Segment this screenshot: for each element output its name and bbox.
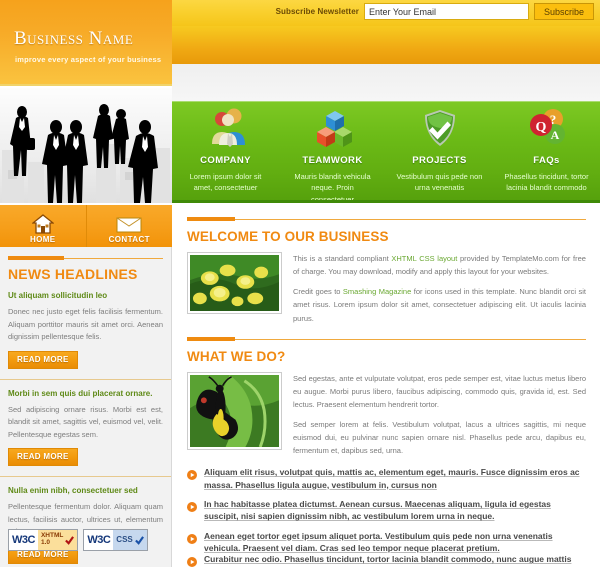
main-content: WELCOME TO OUR BUSINESS This is a standa…	[173, 205, 600, 567]
news-title[interactable]: Ut aliquam sollicitudin leo	[8, 291, 163, 301]
list-item[interactable]: Curabitur nec odio. Phasellus tincidunt,…	[187, 553, 586, 567]
envelope-icon	[116, 213, 142, 235]
welcome-paragraph-1: This is a standard compliant XHTML CSS l…	[293, 252, 586, 278]
svg-text:A: A	[550, 128, 559, 142]
feature-teamwork[interactable]: TEAMWORK Mauris blandit vehicula neque. …	[279, 101, 386, 203]
check-icon	[134, 535, 144, 545]
bullet-text[interactable]: Curabitur nec odio. Phasellus tincidunt,…	[204, 553, 571, 565]
validation-badges: W3C XHTML 1.0 W3C CSS	[8, 529, 148, 551]
read-more-button[interactable]: READ MORE	[8, 350, 78, 369]
header-right-band-lower	[172, 64, 600, 101]
list-item[interactable]: Aenean eget tortor eget ipsum aliquet po…	[187, 530, 586, 555]
yellow-flowers-photo	[187, 252, 282, 314]
welcome-paragraph-2: Credit goes to Smashing Magazine for ico…	[293, 285, 586, 324]
butterfly-photo	[187, 371, 282, 450]
newsletter-email-input[interactable]	[363, 3, 529, 20]
play-circle-icon	[187, 467, 197, 485]
qa-circles-icon: ? A Q	[493, 104, 600, 148]
svg-text:Q: Q	[535, 120, 546, 135]
whatwedo-bullet-list: Aliquam elit risus, volutpat quis, matti…	[187, 466, 586, 567]
news-body: Sed adipiscing ornare risus. Morbi est e…	[8, 404, 163, 439]
whatwedo-heading: WHAT WE DO?	[187, 348, 286, 364]
news-body: Donec nec justo eget felis facilisis fer…	[8, 307, 163, 342]
badge-kind: CSS	[113, 530, 147, 550]
w3c-logo-text: W3C	[9, 530, 38, 550]
green-divider	[172, 200, 600, 203]
sidebar-item-label: CONTACT	[108, 235, 150, 244]
welcome-p2-a: Credit goes to	[293, 287, 343, 297]
welcome-p1-a: This is a standard compliant	[293, 254, 392, 263]
feature-desc: Phasellus tincidunt, tortor lacinia blan…	[504, 172, 589, 193]
badge-kind-label: CSS	[116, 534, 133, 544]
play-circle-icon	[187, 554, 197, 567]
play-circle-icon	[187, 499, 197, 517]
read-more-button[interactable]: READ MORE	[8, 448, 78, 467]
sidebar-item-home[interactable]: HOME	[0, 205, 87, 247]
check-icon	[65, 535, 75, 545]
header-right-band	[172, 26, 600, 64]
w3c-logo-text: W3C	[84, 530, 114, 550]
page-root: Subscribe Newsletter Subscribe Business …	[0, 0, 600, 567]
list-item: Ut aliquam sollicitudin leo Donec nec ju…	[0, 291, 171, 369]
list-item[interactable]: Aliquam elit risus, volutpat quis, matti…	[187, 466, 586, 491]
badge-kind: XHTML 1.0	[37, 530, 78, 550]
blocks-icon	[279, 104, 386, 148]
feature-company[interactable]: COMPANY Lorem ipsum dolor sit amet, cons…	[172, 101, 279, 203]
newsletter-form: Subscribe Newsletter Subscribe	[276, 3, 594, 20]
feature-projects[interactable]: PROJECTS Vestibulum quis pede non urna v…	[386, 101, 493, 203]
w3c-xhtml-badge[interactable]: W3C XHTML 1.0	[8, 529, 79, 551]
list-item[interactable]: In hac habitasse platea dictumst. Aenean…	[187, 498, 586, 523]
whatwedo-block: Sed egestas, ante et vulputate volutpat,…	[187, 371, 586, 458]
sidebar-item-label: HOME	[29, 235, 56, 244]
site-title: Business Name	[14, 28, 134, 49]
feature-desc: Lorem ipsum dolor sit amet, consectetuer	[189, 172, 262, 193]
smashing-magazine-link[interactable]: Smashing Magazine	[343, 287, 411, 296]
subscribe-button[interactable]: Subscribe	[533, 3, 594, 20]
feature-desc: Vestibulum quis pede non urna venenatis	[396, 172, 483, 193]
xhtml-link[interactable]: XHTML	[391, 254, 416, 263]
sidebar-heading-rule	[8, 255, 163, 262]
play-circle-icon	[187, 531, 197, 549]
feature-title: FAQs	[533, 155, 560, 166]
whatwedo-paragraph-2: Sed semper lorem at felis. Vestibulum vo…	[293, 420, 586, 456]
sidebar: HOME CONTACT NEWS HEADLINES Ut aliquam s…	[0, 205, 172, 567]
bullet-text[interactable]: Aenean eget tortor eget ipsum aliquet po…	[204, 530, 586, 555]
badge-version-label: 1.0	[40, 539, 50, 546]
welcome-block: This is a standard compliant XHTML CSS l…	[187, 252, 586, 325]
feature-title: COMPANY	[200, 155, 251, 166]
feature-band: COMPANY Lorem ipsum dolor sit amet, cons…	[172, 101, 600, 203]
site-tagline: improve every aspect of your business	[15, 55, 162, 64]
feature-desc: Mauris blandit vehicula neque. Proin con…	[294, 172, 371, 203]
sidebar-nav: HOME CONTACT	[0, 205, 172, 247]
whatwedo-paragraph-1: Sed egestas, ante et vulputate volutpat,…	[293, 373, 586, 409]
shield-check-icon	[386, 104, 493, 148]
welcome-text: This is a standard compliant XHTML CSS l…	[293, 252, 586, 325]
feature-row: COMPANY Lorem ipsum dolor sit amet, cons…	[172, 101, 600, 203]
list-item: Morbi in sem quis dui placerat ornare. S…	[0, 378, 171, 467]
hero-silhouette-image	[0, 88, 172, 203]
welcome-heading-rule	[187, 215, 586, 224]
people-icon	[172, 104, 279, 148]
whatwedo-text: Sed egestas, ante et vulputate volutpat,…	[293, 372, 586, 458]
bullet-text[interactable]: Aliquam elit risus, volutpat quis, matti…	[204, 466, 586, 491]
bullet-text[interactable]: In hac habitasse platea dictumst. Aenean…	[204, 498, 586, 523]
news-headlines-title: NEWS HEADLINES	[8, 266, 138, 282]
feature-title: PROJECTS	[412, 155, 467, 166]
welcome-heading: WELCOME TO OUR BUSINESS	[187, 229, 389, 244]
home-icon	[31, 213, 54, 235]
logo-panel[interactable]: Business Name improve every aspect of yo…	[0, 0, 172, 86]
whatwedo-heading-rule	[187, 335, 586, 344]
feature-faqs[interactable]: ? A Q FAQs Phasellus tincidunt, tortor l…	[493, 101, 600, 203]
sidebar-item-contact[interactable]: CONTACT	[86, 205, 172, 247]
news-title[interactable]: Morbi in sem quis dui placerat ornare.	[8, 389, 163, 399]
newsletter-label: Subscribe Newsletter	[275, 7, 359, 16]
css-layout-link[interactable]: CSS layout	[419, 254, 457, 263]
w3c-css-badge[interactable]: W3C CSS	[83, 529, 148, 551]
news-title[interactable]: Nulla enim nibh, consectetuer sed	[8, 486, 163, 496]
feature-title: TEAMWORK	[302, 155, 363, 166]
